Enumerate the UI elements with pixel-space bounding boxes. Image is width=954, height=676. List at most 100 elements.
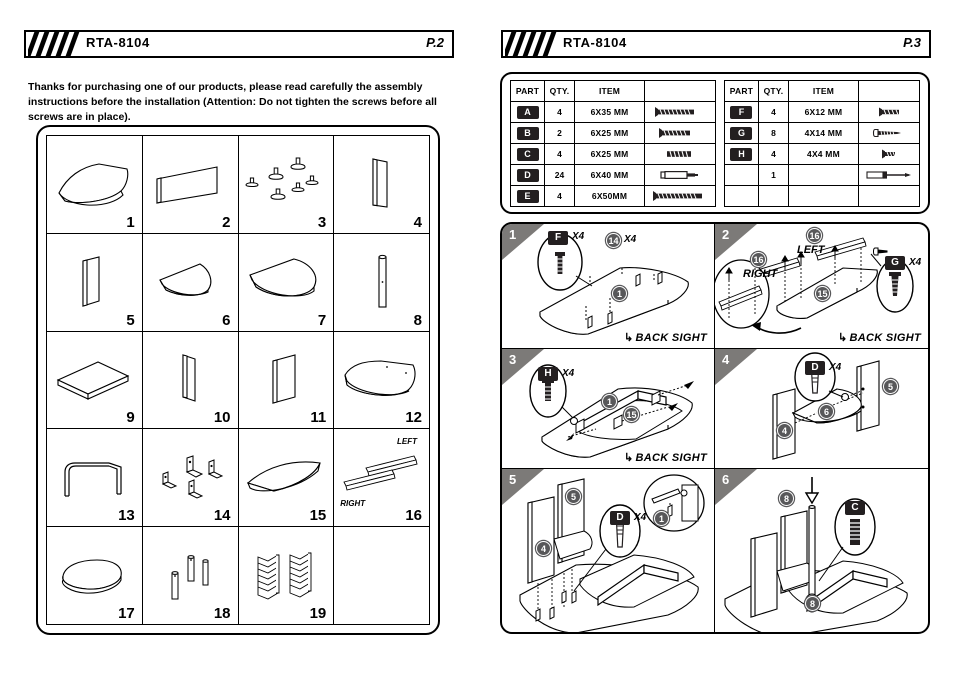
part-cell-19: 19 — [238, 527, 335, 625]
part-number: 7 — [317, 311, 327, 329]
step-number-badge: 4 — [715, 349, 757, 385]
part-number: 4 — [413, 213, 422, 231]
part-bubble-15: 15 — [624, 407, 639, 422]
table-header-row: PART QTY. ITEM — [723, 80, 921, 102]
qty-cell: 1 — [757, 164, 789, 186]
col-header-qty: QTY. — [757, 80, 789, 102]
table-row: H 4 4X4 MM — [723, 143, 921, 165]
part-number: 18 — [213, 605, 231, 622]
part-bubble-1: 1 — [612, 286, 627, 301]
hardware-chip-D: D — [805, 361, 825, 375]
part-number: 1 — [126, 213, 135, 231]
part-chip: G — [730, 126, 753, 140]
hardware-qty: X4 — [634, 512, 647, 523]
hardware-table-right: PART QTY. ITEM F 4 6X12 MM G 8 4X14 MM H… — [723, 80, 921, 207]
part-cell-8: 8 — [334, 233, 430, 332]
item-cell: 6X50MM — [574, 185, 645, 207]
step-number-badge: 2 — [715, 224, 757, 260]
pan-head-screw-icon — [859, 127, 919, 139]
item-cell: 6X25 MM — [574, 122, 645, 144]
part-number: 15 — [309, 507, 327, 525]
icon-cell — [644, 122, 716, 144]
col-header-item: ITEM — [574, 80, 645, 102]
model-number: RTA-8104 — [86, 35, 150, 50]
part-chip: B — [516, 126, 539, 140]
part-cell-17: 17 — [47, 527, 143, 625]
col-header-part: PART — [723, 80, 759, 102]
qty-cell: 2 — [544, 122, 575, 144]
part-number: 11 — [310, 409, 327, 427]
part-chip: A — [516, 105, 539, 119]
icon-cell — [644, 143, 716, 165]
part-number: 19 — [309, 605, 327, 622]
hardware-chip-F: F — [548, 231, 568, 245]
part-bubble-5: 5 — [883, 379, 898, 394]
icon-cell — [644, 185, 716, 207]
table-row: F 4 6X12 MM — [723, 101, 921, 123]
part-cell — [723, 185, 759, 207]
part-bubble-16-left: 16 — [807, 228, 822, 243]
slide-label-right: RIGHT — [743, 268, 778, 280]
part-bubble-8-bottom: 8 — [805, 596, 820, 611]
item-cell: 6X35 MM — [574, 101, 645, 123]
flat-head-screw-extra-long-icon — [645, 190, 715, 202]
flat-head-screw-long-icon — [645, 106, 715, 118]
parts-grid: 1 2 3 4 5 6 7 8 9 10 11 12 13 14 15 LEFT… — [46, 135, 430, 625]
intro-text: Thanks for purchasing one of our product… — [28, 81, 437, 124]
qty-cell: 4 — [757, 143, 789, 165]
part-chip — [730, 168, 752, 181]
part-cell: A — [510, 101, 545, 123]
table-row: A 4 6X35 MM — [510, 101, 716, 123]
icon-cell — [857, 122, 921, 144]
part-cell-13: 13 — [47, 429, 143, 528]
part-cell: F — [723, 101, 759, 123]
step-number-badge: 1 — [502, 224, 544, 260]
item-cell — [787, 164, 859, 186]
screwdriver-icon — [859, 169, 919, 181]
flat-head-screw-medium-icon — [645, 127, 715, 139]
icon-cell — [857, 143, 921, 165]
part-bubble-14: 14 — [606, 233, 621, 248]
step-number: 4 — [722, 352, 730, 367]
step-number-badge: 5 — [502, 469, 544, 505]
part-number: 14 — [213, 507, 231, 525]
assembly-step-5: 5 5 4 D X4 1 — [502, 469, 715, 632]
hardware-qty: X4 — [572, 231, 585, 242]
hardware-qty: X4 — [829, 362, 842, 373]
assembly-step-1: 1 F X4 14 X4 1 ↳ BACK SIGHT — [502, 224, 715, 349]
part-cell: B — [510, 122, 545, 144]
assembly-steps-grid: 1 F X4 14 X4 1 ↳ BACK SIGHT 2 16 LEFT 16… — [502, 224, 928, 632]
icon-cell — [857, 164, 921, 186]
col-header-pic — [644, 80, 716, 102]
table-row — [723, 185, 921, 207]
icon-cell — [644, 164, 716, 186]
part-bubble-4: 4 — [777, 423, 792, 438]
part-bubble-4: 4 — [536, 541, 551, 556]
part-cell-empty — [334, 527, 430, 625]
item-cell: 4X14 MM — [787, 122, 859, 144]
item-cell: 6X12 MM — [787, 101, 859, 123]
qty-cell: 4 — [544, 101, 575, 123]
step-number: 6 — [722, 472, 730, 487]
assembly-step-2: 2 16 LEFT 16 RIGHT 15 G X4 ↳ BACK SIGHT — [715, 224, 928, 349]
qty-cell: 4 — [757, 101, 789, 123]
part-cell-6: 6 — [142, 233, 239, 332]
part-cell: C — [510, 143, 545, 165]
part-number: 17 — [118, 605, 135, 622]
part-number: 10 — [213, 409, 231, 427]
slash-logo-icon — [505, 32, 557, 56]
table-row: D 24 6X40 MM — [510, 164, 716, 186]
part-cell-10: 10 — [142, 331, 239, 430]
part-number: 5 — [126, 311, 135, 329]
back-sight-note: ↳ BACK SIGHT — [624, 332, 707, 344]
col-header-pic — [857, 80, 921, 102]
slide-label-left: LEFT — [397, 437, 417, 447]
assembly-step-4: 4 D X4 5 6 4 — [715, 349, 928, 469]
qty-cell: 4 — [544, 143, 575, 165]
icon-cell — [857, 101, 921, 123]
col-header-part: PART — [510, 80, 545, 102]
step-number-badge: 6 — [715, 469, 757, 505]
part-cell — [723, 164, 759, 186]
slide-label-left: LEFT — [797, 244, 825, 256]
assembly-steps-frame: 1 F X4 14 X4 1 ↳ BACK SIGHT 2 16 LEFT 16… — [500, 222, 930, 634]
